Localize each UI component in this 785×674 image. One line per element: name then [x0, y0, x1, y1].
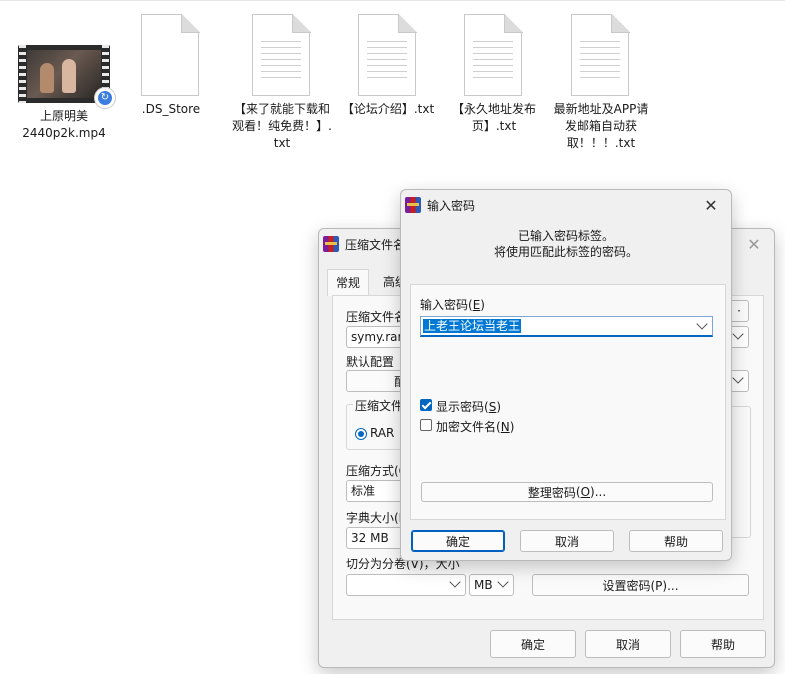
rar-radio-label: RAR — [370, 426, 395, 440]
file-item-txt-3[interactable]: 【永久地址发布页】.txt — [442, 14, 546, 135]
chevron-down-icon[interactable] — [696, 318, 708, 330]
archive-dialog-title: 压缩文件名 — [345, 237, 406, 252]
close-icon[interactable]: ✕ — [744, 235, 764, 254]
file-item-txt-4[interactable]: 最新地址及APP请发邮箱自动获取！！！.txt — [549, 14, 653, 152]
file-item-txt-1[interactable]: 【来了就能下载和观看！纯免费！】.txt — [230, 14, 334, 152]
split-size-input[interactable] — [346, 574, 466, 596]
file-item-ds-store[interactable]: .DS_Store — [119, 14, 223, 118]
file-name: 【永久地址发布页】.txt — [451, 102, 536, 133]
dictionary-size-label: 字典大小(I — [346, 511, 403, 525]
encrypt-file-names-checkbox[interactable] — [420, 419, 432, 431]
show-password-checkbox[interactable] — [420, 399, 432, 411]
enter-password-dialog: 输入密码 ✕ 已输入密码标签。 将使用匹配此标签的密码。 输入密码(E) 上老王… — [400, 189, 732, 561]
video-thumbnail: ↻ — [18, 45, 116, 109]
file-name: .DS_Store — [141, 102, 201, 116]
archive-options-group — [729, 406, 751, 538]
password-dialog-title: 输入密码 — [427, 198, 476, 213]
show-password-label: 显示密码(S) — [436, 400, 502, 414]
file-icon — [141, 14, 201, 96]
password-input[interactable]: 上老王论坛当老王 — [420, 316, 713, 337]
archive-ok-button[interactable]: 确定 — [490, 630, 576, 658]
file-name: 【来了就能下载和观看！纯免费！】.txt — [232, 102, 332, 150]
password-help-button[interactable]: 帮助 — [629, 530, 723, 552]
archive-cancel-button[interactable]: 取消 — [585, 630, 671, 658]
winrar-icon — [405, 197, 421, 213]
password-ok-button[interactable]: 确定 — [411, 530, 505, 552]
browse-button[interactable]: · — [729, 300, 749, 322]
password-info-line2: 将使用匹配此标签的密码。 — [493, 245, 638, 259]
archive-format-label: 压缩文件 — [353, 397, 406, 414]
winrar-icon — [323, 236, 339, 252]
explorer-top-border — [0, 0, 785, 1]
compression-method-label: 压缩方式(C — [346, 464, 408, 478]
text-file-icon — [571, 14, 631, 96]
text-file-icon — [252, 14, 312, 96]
close-icon[interactable]: ✕ — [701, 196, 721, 215]
split-unit-select[interactable]: MB — [469, 574, 514, 596]
file-item-video[interactable]: ↻ 上原明美 2440p2k.mp4 — [12, 14, 116, 142]
sync-icon: ↻ — [94, 87, 116, 109]
encrypt-file-names-label: 加密文件名(N) — [436, 420, 515, 434]
password-panel: 输入密码(E) 上老王论坛当老王 显示密码(S) 加密文件名(N) 整理密码(O… — [410, 284, 726, 520]
archive-help-button[interactable]: 帮助 — [680, 630, 766, 658]
archive-name-label: 压缩文件名 — [346, 310, 407, 324]
set-password-button[interactable]: 设置密码(P)... — [532, 574, 749, 596]
organize-passwords-button[interactable]: 整理密码(O)... — [421, 482, 713, 502]
archive-name-dropdown[interactable] — [729, 326, 749, 348]
file-name: 【论坛介绍】.txt — [341, 102, 435, 116]
file-name: 最新地址及APP请发邮箱自动获取！！！.txt — [553, 102, 649, 150]
password-titlebar: 输入密码 — [401, 190, 731, 220]
password-value: 上老王论坛当老王 — [423, 319, 522, 333]
text-file-icon — [464, 14, 524, 96]
text-file-icon — [358, 14, 418, 96]
rar-radio[interactable] — [355, 428, 367, 440]
profile-label: 默认配置 — [346, 355, 395, 369]
update-mode-dropdown[interactable] — [729, 370, 749, 392]
tab-general[interactable]: 常规 — [327, 269, 370, 296]
file-item-txt-2[interactable]: 【论坛介绍】.txt — [336, 14, 440, 118]
password-info-line1: 已输入密码标签。 — [517, 229, 614, 243]
split-unit-value: MB — [474, 578, 493, 592]
password-label: 输入密码(E) — [420, 298, 485, 312]
password-cancel-button[interactable]: 取消 — [520, 530, 614, 552]
file-name: 上原明美 2440p2k.mp4 — [22, 109, 106, 140]
